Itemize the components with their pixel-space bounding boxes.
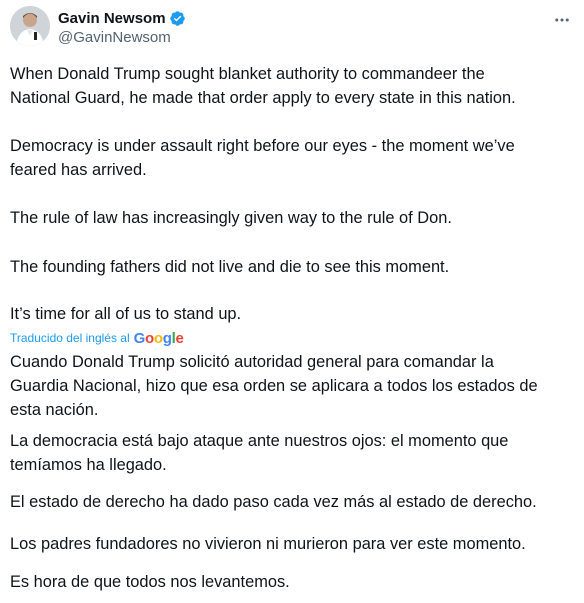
text-line: Es hora de que todos nos levantemos. xyxy=(10,573,290,591)
text-line: El estado de derecho ha dado paso cada v… xyxy=(10,493,537,511)
text-line: Democracy is under assault right before … xyxy=(10,137,515,155)
ellipsis-icon xyxy=(555,18,569,22)
text-line: esta nación. xyxy=(10,401,99,419)
display-name[interactable]: Gavin Newsom xyxy=(58,10,166,27)
translated-paragraph-3: El estado de derecho ha dado paso cada v… xyxy=(10,490,576,514)
handle[interactable]: @GavinNewsom xyxy=(58,29,186,46)
translated-paragraph-4: Los padres fundadores no vivieron ni mur… xyxy=(10,532,576,556)
display-name-row: Gavin Newsom xyxy=(58,8,186,28)
original-paragraph-2: Democracy is under assault right before … xyxy=(10,134,576,182)
translated-paragraph-1: Cuando Donald Trump solicitó autoridad g… xyxy=(10,350,576,422)
translated-paragraph-2: La democracia está bajo ataque ante nues… xyxy=(10,429,576,477)
original-paragraph-4: The founding fathers did not live and di… xyxy=(10,255,576,279)
verified-badge-icon xyxy=(169,10,185,26)
text-line: The rule of law has increasingly given w… xyxy=(10,209,452,227)
google-letter: e xyxy=(175,329,184,347)
original-paragraph-5: It’s time for all of us to stand up. xyxy=(10,302,576,326)
google-logo: Google xyxy=(134,330,184,347)
original-paragraph-3: The rule of law has increasingly given w… xyxy=(10,206,576,230)
more-options-button[interactable] xyxy=(552,10,572,30)
text-line: Guardia Nacional, hizo que esa orden se … xyxy=(10,377,538,395)
translation-attribution[interactable]: Traducido del inglés al Google xyxy=(10,329,184,347)
text-line: La democracia está bajo ataque ante nues… xyxy=(10,432,509,450)
tweet: Gavin Newsom @GavinNewsom When Donald Tr… xyxy=(0,0,584,603)
text-line: When Donald Trump sought blanket authori… xyxy=(10,65,485,83)
text-line: National Guard, he made that order apply… xyxy=(10,89,516,107)
text-line: It’s time for all of us to stand up. xyxy=(10,305,242,323)
google-letter: o xyxy=(145,329,154,347)
google-letter: g xyxy=(162,329,172,347)
profile-photo-icon xyxy=(10,6,50,46)
tweet-header: Gavin Newsom @GavinNewsom xyxy=(10,6,574,50)
text-line: temíamos ha llegado. xyxy=(10,456,167,474)
translation-label: Traducido del inglés al xyxy=(10,331,130,345)
author-names: Gavin Newsom @GavinNewsom xyxy=(58,8,186,46)
translated-paragraph-5: Es hora de que todos nos levantemos. xyxy=(10,570,576,594)
text-line: Los padres fundadores no vivieron ni mur… xyxy=(10,535,526,553)
text-line: The founding fathers did not live and di… xyxy=(10,258,450,276)
original-paragraph-1: When Donald Trump sought blanket authori… xyxy=(10,62,576,110)
google-letter: G xyxy=(133,329,146,347)
text-line: Cuando Donald Trump solicitó autoridad g… xyxy=(10,353,494,371)
google-letter: o xyxy=(153,329,163,347)
text-line: feared has arrived. xyxy=(10,161,147,179)
avatar[interactable] xyxy=(10,6,50,46)
